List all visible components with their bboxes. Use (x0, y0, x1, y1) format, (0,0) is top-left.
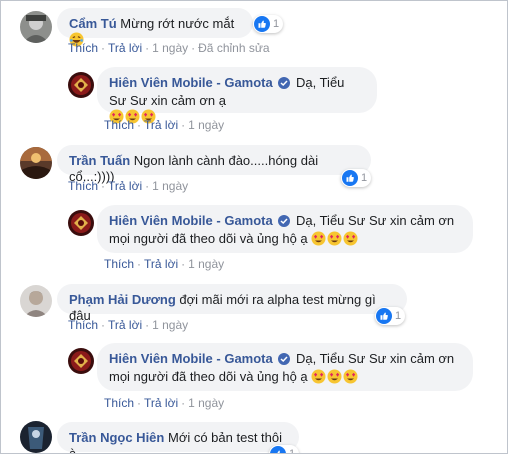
timestamp[interactable]: 1 ngày (188, 118, 224, 132)
comment-author[interactable]: Trần Tuấn (69, 153, 130, 168)
like-count: 1 (273, 18, 280, 30)
reply-author[interactable]: Hiên Viên Mobile - Gamota (109, 75, 273, 90)
like-icon (270, 446, 286, 453)
comments-panel: Cẩm Tú Mừng rớt nước mắt 1 Thích · Trả lời… (0, 0, 508, 454)
comment-bubble: Trần Ngọc Hiên Mới có bản test thôi à (57, 422, 299, 453)
reply-button[interactable]: Trả lời (144, 118, 178, 132)
reply-text-line1: Dạ, Tiểu Sư Sư xin cảm ơn (295, 351, 455, 366)
reply-button[interactable]: Trả lời (144, 396, 178, 410)
like-icon (254, 16, 270, 32)
verified-badge-icon (278, 77, 291, 93)
reply-text-line1: Dạ, Tiểu Sư Sư xin cảm ơn (295, 213, 455, 228)
comment-actions: Thích · Trả lời · 1 ngày (68, 318, 189, 332)
avatar[interactable] (20, 285, 52, 317)
like-count: 1 (361, 172, 368, 184)
like-count: 1 (395, 310, 402, 322)
avatar[interactable] (20, 147, 52, 179)
like-button[interactable]: Thích (104, 257, 134, 271)
timestamp[interactable]: 1 ngày (152, 41, 188, 55)
like-count-badge[interactable]: 1 (269, 445, 300, 454)
avatar[interactable] (20, 421, 52, 453)
reply-text-line2: mọi người đã theo dõi và ủng hộ ạ (109, 231, 308, 246)
comment-text: Mừng rớt nước mắt (120, 16, 235, 31)
comment-author[interactable]: Cẩm Tú (69, 16, 117, 31)
like-button[interactable]: Thích (104, 396, 134, 410)
edited-label[interactable]: Đã chỉnh sửa (198, 41, 269, 55)
reply-bubble: Hiên Viên Mobile - Gamota Dạ, Tiểu Sư Sư… (97, 343, 473, 391)
timestamp[interactable]: 1 ngày (152, 318, 188, 332)
reply-actions: Thích · Trả lời · 1 ngày (104, 118, 225, 132)
comment-actions: Thích · Trả lời · 1 ngày · Đã chỉnh sửa (68, 41, 270, 55)
heart-eyes-emoji-icon (311, 231, 359, 250)
reply-bubble: Hiên Viên Mobile - Gamota Dạ, Tiểu Sư Sư… (97, 67, 377, 124)
like-icon (342, 170, 358, 186)
reply-button[interactable]: Trả lời (108, 41, 142, 55)
comment-bubble: Phạm Hải Dương đợi mãi mới ra alpha test… (57, 284, 407, 323)
like-count-badge[interactable]: 1 (375, 307, 406, 325)
comment-bubble: Cẩm Tú Mừng rớt nước mắt (57, 8, 253, 47)
comment-author[interactable]: Phạm Hải Dương (69, 292, 176, 307)
comment-actions: Thích · Trả lời · 1 ngày (68, 179, 189, 193)
reply-author[interactable]: Hiên Viên Mobile - Gamota (109, 213, 273, 228)
comment-author[interactable]: Trần Ngọc Hiên (69, 430, 164, 445)
reply-actions: Thích · Trả lời · 1 ngày (104, 396, 225, 410)
like-count: 1 (289, 448, 296, 454)
heart-eyes-emoji-icon (311, 369, 359, 388)
verified-badge-icon (278, 353, 291, 369)
reply-actions: Thích · Trả lời · 1 ngày (104, 257, 225, 271)
verified-badge-icon (278, 215, 291, 231)
reply-button[interactable]: Trả lời (108, 179, 142, 193)
reply-text-line2: mọi người đã theo dõi và ủng hộ ạ (109, 369, 308, 384)
comment-bubble: Trần Tuấn Ngon lành cành đào.....hóng dà… (57, 145, 371, 184)
timestamp[interactable]: 1 ngày (152, 179, 188, 193)
like-count-badge[interactable]: 1 (253, 15, 284, 33)
avatar[interactable] (20, 11, 52, 43)
like-button[interactable]: Thích (68, 179, 98, 193)
reply-button[interactable]: Trả lời (108, 318, 142, 332)
page-avatar[interactable] (68, 210, 94, 236)
like-button[interactable]: Thích (68, 318, 98, 332)
like-count-badge[interactable]: 1 (341, 169, 372, 187)
page-avatar[interactable] (68, 348, 94, 374)
timestamp[interactable]: 1 ngày (188, 257, 224, 271)
reply-button[interactable]: Trả lời (144, 257, 178, 271)
reply-author[interactable]: Hiên Viên Mobile - Gamota (109, 351, 273, 366)
page-avatar[interactable] (68, 72, 94, 98)
timestamp[interactable]: 1 ngày (188, 396, 224, 410)
like-button[interactable]: Thích (68, 41, 98, 55)
like-icon (376, 308, 392, 324)
reply-bubble: Hiên Viên Mobile - Gamota Dạ, Tiểu Sư Sư… (97, 205, 473, 253)
like-button[interactable]: Thích (104, 118, 134, 132)
